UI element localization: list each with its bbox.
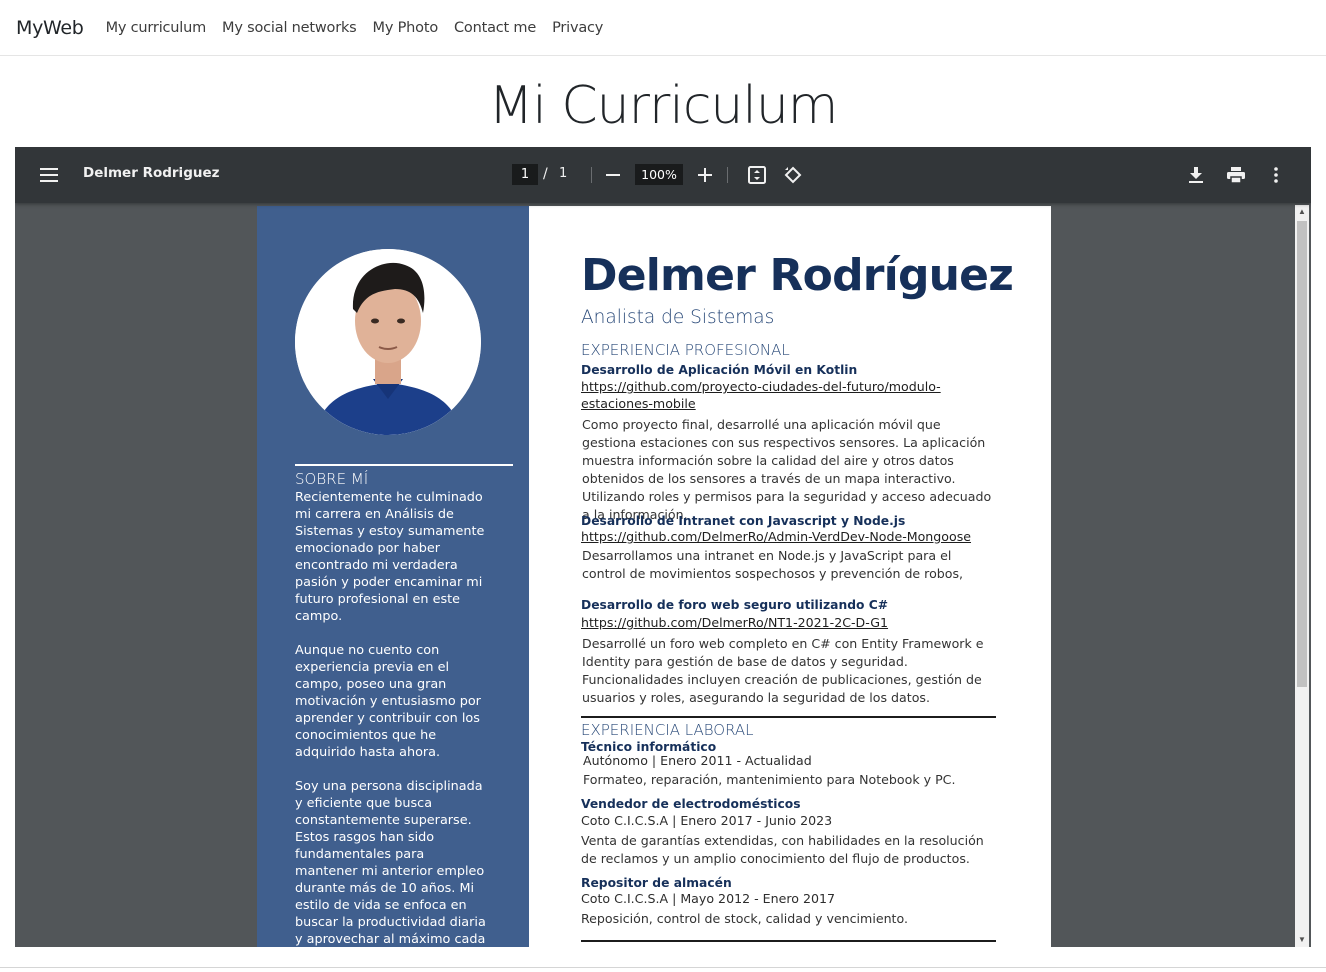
job-title: Vendedor de electrodomésticos: [581, 797, 801, 811]
job-meta: Coto C.I.C.S.A | Mayo 2012 - Enero 2017: [581, 891, 836, 906]
job-meta: Autónomo | Enero 2011 - Actualidad: [583, 753, 812, 768]
profile-photo: [295, 249, 481, 435]
toolbar-divider: [727, 167, 728, 183]
project-title: Desarrollo de Intranet con Javascript y …: [581, 514, 906, 528]
section-heading-professional: EXPERIENCIA PROFESIONAL: [581, 341, 790, 359]
about-paragraph: Recientemente he culminado mi carrera en…: [295, 490, 485, 624]
about-heading: SOBRE MÍ: [295, 470, 369, 488]
nav-link-curriculum[interactable]: My curriculum: [106, 20, 207, 36]
project-description: Desarrollamos una intranet en Node.js y …: [582, 548, 964, 581]
job-description: Venta de garantías extendidas, con habil…: [581, 833, 984, 866]
job-description: Reposición, control de stock, calidad y …: [581, 911, 908, 926]
page-footer-divider: [0, 967, 1326, 968]
cv-sidebar: SOBRE MÍ Recientemente he culminado mi c…: [257, 206, 529, 947]
zoom-level-input[interactable]: 100%: [635, 164, 683, 185]
project-title: Desarrollo de Aplicación Móvil en Kotlin: [581, 363, 858, 377]
nav-link-privacy[interactable]: Privacy: [552, 20, 603, 36]
cv-name: Delmer Rodríguez: [581, 250, 1014, 301]
project-description: Desarrollé un foro web completo en C# co…: [582, 636, 984, 705]
project-link[interactable]: https://github.com/DelmerRo/Admin-VerdDe…: [581, 528, 1001, 545]
nav-link-photo[interactable]: My Photo: [373, 20, 439, 36]
section-heading-work: EXPERIENCIA LABORAL: [581, 721, 754, 739]
brand-link[interactable]: MyWeb: [16, 17, 84, 39]
page-count: 1: [559, 166, 568, 181]
project-link[interactable]: https://github.com/DelmerRo/NT1-2021-2C-…: [581, 614, 1001, 631]
rotate-icon[interactable]: [782, 164, 804, 186]
zoom-in-icon[interactable]: [694, 164, 716, 186]
toolbar-divider: [591, 167, 592, 183]
job-description: Formateo, reparación, mantenimiento para…: [583, 772, 956, 787]
about-paragraph: Aunque no cuento con experiencia previa …: [295, 643, 481, 760]
job-title: Técnico informático: [581, 740, 717, 754]
section-divider: [581, 940, 996, 942]
scroll-down-icon[interactable]: ▼: [1295, 933, 1309, 947]
page-number-input[interactable]: 1: [512, 164, 538, 185]
zoom-out-icon[interactable]: [602, 164, 624, 186]
scrollbar-thumb[interactable]: [1297, 221, 1307, 687]
page-title: Mi Curriculum: [488, 76, 839, 136]
scroll-up-icon[interactable]: ▲: [1295, 205, 1309, 219]
document-title: Delmer Rodriguez: [83, 165, 220, 181]
job-meta: Coto C.I.C.S.A | Enero 2017 - Junio 2023: [581, 813, 833, 828]
about-paragraph: Soy una persona disciplinada y eficiente…: [295, 779, 486, 947]
download-icon[interactable]: [1185, 164, 1207, 186]
fit-page-icon[interactable]: [746, 164, 768, 186]
project-description: Como proyecto final, desarrollé una apli…: [582, 417, 992, 522]
nav-link-social-networks[interactable]: My social networks: [222, 20, 357, 36]
page-separator: /: [543, 166, 548, 182]
project-title: Desarrollo de foro web seguro utilizando…: [581, 598, 889, 612]
viewer-scrollbar[interactable]: ▲ ▼: [1295, 205, 1309, 947]
pdf-viewer[interactable]: Delmer Rodriguez 1 / 1 100% SOBRE MÍ Rec…: [15, 147, 1311, 947]
about-text: Recientemente he culminado mi carrera en…: [295, 489, 487, 947]
about-divider: [295, 464, 513, 466]
project-link[interactable]: https://github.com/proyecto-ciudades-del…: [581, 378, 961, 412]
print-icon[interactable]: [1225, 164, 1247, 186]
more-options-icon[interactable]: [1265, 164, 1287, 186]
nav-link-contact[interactable]: Contact me: [454, 20, 536, 36]
cv-role: Analista de Sistemas: [581, 307, 775, 328]
pdf-toolbar: Delmer Rodriguez 1 / 1 100%: [15, 147, 1311, 203]
pdf-page: SOBRE MÍ Recientemente he culminado mi c…: [257, 206, 1051, 947]
section-divider: [581, 716, 996, 718]
job-title: Repositor de almacén: [581, 876, 732, 890]
menu-icon[interactable]: [35, 163, 63, 187]
top-navbar: MyWeb My curriculum My social networks M…: [0, 0, 1326, 56]
